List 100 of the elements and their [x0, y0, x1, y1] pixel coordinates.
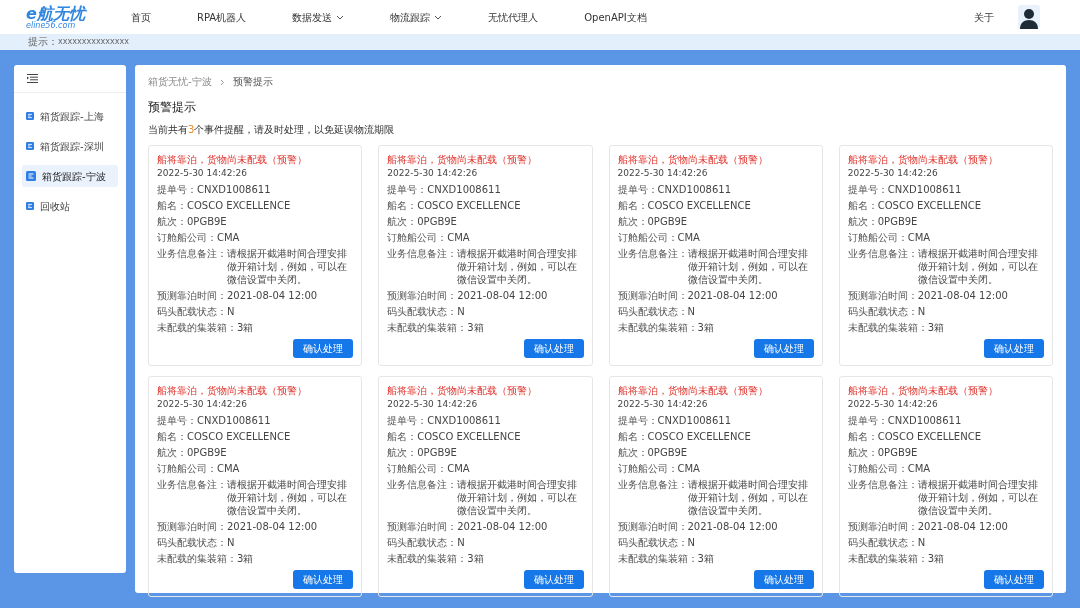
sidebar-item[interactable]: 回收站 — [22, 195, 118, 217]
alert-time: 2022-5-30 14:42:26 — [387, 398, 479, 411]
field-label: 航次： — [157, 446, 187, 459]
field-value: 2021-08-04 12:00 — [227, 289, 318, 302]
sidebar-item[interactable]: 箱货跟踪-宁波 — [22, 165, 118, 187]
nav-item[interactable]: OpenAPI文档 — [571, 9, 660, 25]
confirm-button[interactable]: 确认处理 — [984, 570, 1044, 589]
field-value: 3箱 — [697, 321, 714, 334]
field-label: 业务信息备注： — [847, 247, 918, 261]
field-value: N — [917, 305, 926, 318]
alert-time: 2022-5-30 14:42:26 — [617, 167, 709, 180]
field-value: COSCO EXCELLENCE — [417, 430, 521, 443]
field-label: 码头配载状态： — [847, 536, 918, 549]
field-value: 0PGB9E — [877, 446, 918, 459]
confirm-button[interactable]: 确认处理 — [523, 339, 584, 358]
nav-item[interactable]: 数据发送 — [279, 9, 358, 25]
field-label: 码头配载状态： — [157, 536, 227, 549]
field-label: 提单号： — [387, 183, 428, 196]
confirm-button[interactable]: 确认处理 — [984, 339, 1044, 358]
field-label: 航次： — [617, 446, 648, 459]
field-label: 订舱船公司： — [157, 462, 217, 475]
confirm-button[interactable]: 确认处理 — [753, 570, 814, 589]
alert-title: 船将靠泊，货物尚未配载（预警） — [387, 153, 539, 166]
field-label: 船名： — [847, 430, 878, 443]
confirm-button[interactable]: 确认处理 — [293, 339, 354, 358]
field-label: 未配载的集装箱： — [157, 321, 237, 334]
field-value: 请根据开截港时间合理安排做开箱计划，例如，可以在微信设置中关闭。 — [687, 247, 809, 286]
confirm-button[interactable]: 确认处理 — [293, 570, 354, 589]
field-label: 提单号： — [387, 414, 428, 427]
alert-time: 2022-5-30 14:42:26 — [157, 398, 248, 411]
alert-title: 船将靠泊，货物尚未配载（预警） — [387, 384, 539, 397]
field-value: COSCO EXCELLENCE — [877, 199, 981, 212]
field-label: 提单号： — [847, 414, 888, 427]
field-value: 0PGB9E — [647, 215, 688, 228]
alert-time: 2022-5-30 14:42:26 — [387, 167, 479, 180]
field-label: 提单号： — [847, 183, 888, 196]
field-label: 提单号： — [617, 414, 658, 427]
field-value: 2021-08-04 12:00 — [457, 520, 548, 533]
field-value: 2021-08-04 12:00 — [687, 289, 778, 302]
breadcrumb-current: 预警提示 — [232, 77, 273, 87]
sidebar-item[interactable]: 箱货跟踪-深圳 — [22, 135, 118, 157]
field-label: 航次： — [387, 446, 418, 459]
field-label: 航次： — [847, 215, 878, 228]
field-value: COSCO EXCELLENCE — [417, 199, 521, 212]
about-link[interactable]: 关于 — [974, 9, 994, 25]
field-value: CMA — [907, 231, 931, 244]
alert-time: 2022-5-30 14:42:26 — [847, 167, 939, 180]
field-label: 业务信息备注： — [617, 247, 688, 261]
field-label: 预测靠泊时间： — [387, 520, 458, 533]
field-value: N — [457, 305, 465, 318]
field-value: CNXD1008611 — [887, 414, 962, 427]
confirm-button[interactable]: 确认处理 — [523, 570, 584, 589]
field-value: COSCO EXCELLENCE — [647, 199, 751, 212]
field-label: 船名： — [387, 199, 418, 212]
field-label: 码头配载状态： — [847, 305, 918, 318]
logo-text[interactable]: e航无忧 — [26, 4, 85, 22]
field-label: 预测靠泊时间： — [387, 289, 458, 302]
breadcrumb-link[interactable]: 箱货无忧-宁波 — [148, 77, 212, 87]
field-label: 预测靠泊时间： — [617, 520, 688, 533]
field-value: 请根据开截港时间合理安排做开箱计划，例如，可以在微信设置中关闭。 — [917, 478, 1039, 517]
field-label: 船名： — [847, 199, 878, 212]
alert-title: 船将靠泊，货物尚未配载（预警） — [157, 153, 308, 166]
field-value: 0PGB9E — [187, 446, 227, 459]
sidebar-item[interactable]: 箱货跟踪-上海 — [22, 105, 118, 127]
field-label: 订舱船公司： — [387, 231, 448, 244]
field-label: 订舱船公司： — [617, 462, 678, 475]
alert-title: 船将靠泊，货物尚未配载（预警） — [617, 153, 769, 166]
caret-icon — [336, 14, 345, 20]
field-label: 业务信息备注： — [157, 247, 227, 261]
nav-item[interactable]: RPA机器人 — [184, 9, 260, 25]
field-label: 预测靠泊时间： — [157, 520, 227, 533]
field-value: N — [227, 536, 235, 549]
field-label: 业务信息备注： — [157, 478, 227, 492]
alert-title: 船将靠泊，货物尚未配载（预警） — [157, 384, 308, 397]
alert-title: 船将靠泊，货物尚未配载（预警） — [847, 384, 999, 397]
nav-item[interactable]: 首页 — [118, 9, 164, 25]
menu-icon[interactable] — [27, 74, 38, 83]
field-value: COSCO EXCELLENCE — [877, 430, 981, 443]
chevron-right-icon — [219, 78, 225, 86]
hint-text: xxxxxxxxxxxxxxx — [58, 38, 129, 46]
summary-text: 当前共有3个事件提醒，请及时处理，以免延误物流期限 — [148, 125, 396, 135]
field-label: 航次： — [847, 446, 878, 459]
field-label: 未配载的集装箱： — [847, 552, 928, 565]
field-label: 船名： — [157, 430, 187, 443]
field-value: 请根据开截港时间合理安排做开箱计划，例如，可以在微信设置中关闭。 — [917, 247, 1039, 286]
field-label: 业务信息备注： — [387, 478, 458, 492]
field-value: CMA — [677, 231, 700, 244]
avatar-icon[interactable] — [1018, 5, 1040, 29]
field-label: 订舱船公司： — [847, 462, 908, 475]
field-label: 提单号： — [617, 183, 658, 196]
nav-item[interactable]: 无忧代理人 — [475, 9, 552, 25]
hint-label: 提示： — [28, 37, 58, 47]
field-value: N — [227, 305, 235, 318]
field-value: 请根据开截港时间合理安排做开箱计划，例如，可以在微信设置中关闭。 — [457, 247, 579, 286]
field-value: 2021-08-04 12:00 — [687, 520, 778, 533]
field-label: 未配载的集装箱： — [387, 321, 468, 334]
document-icon — [26, 112, 34, 120]
confirm-button[interactable]: 确认处理 — [753, 339, 814, 358]
field-value: COSCO EXCELLENCE — [647, 430, 751, 443]
nav-item[interactable]: 物流跟踪 — [377, 9, 456, 25]
